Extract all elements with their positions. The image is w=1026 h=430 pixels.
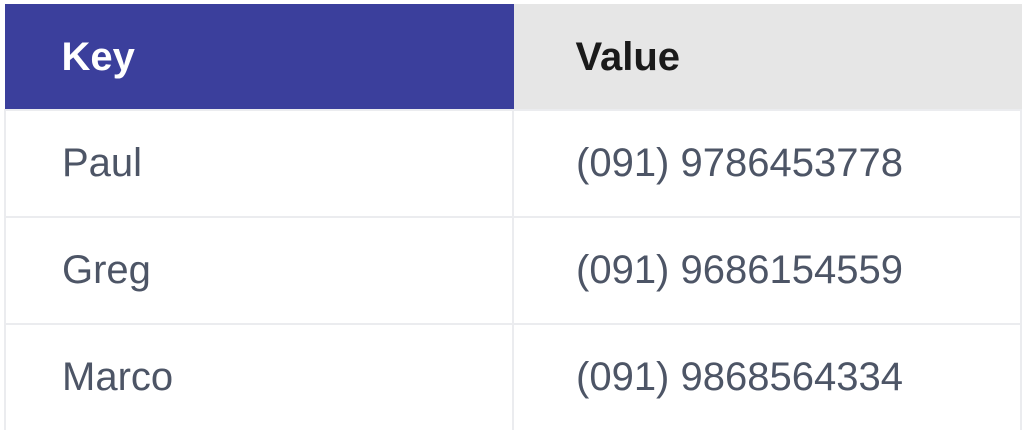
value-column-header: Value: [512, 4, 1022, 111]
table-row: Paul (091) 9786453778: [4, 109, 1022, 218]
value-cell: (091) 9868564334: [512, 323, 1022, 430]
table-body: Paul (091) 9786453778 Greg (091) 9686154…: [4, 109, 1022, 430]
table-row: Marco (091) 9868564334: [4, 323, 1022, 430]
key-cell: Greg: [4, 216, 514, 325]
table-row: Greg (091) 9686154559: [4, 216, 1022, 325]
value-cell: (091) 9786453778: [512, 109, 1022, 218]
key-cell: Marco: [4, 323, 514, 430]
key-value-table: Key Value Paul (091) 9786453778 Greg (09…: [4, 4, 1022, 430]
header-row: Key Value: [4, 4, 1022, 111]
key-cell: Paul: [4, 109, 514, 218]
value-cell: (091) 9686154559: [512, 216, 1022, 325]
table-header: Key Value: [4, 4, 1022, 111]
key-column-header: Key: [4, 4, 514, 111]
